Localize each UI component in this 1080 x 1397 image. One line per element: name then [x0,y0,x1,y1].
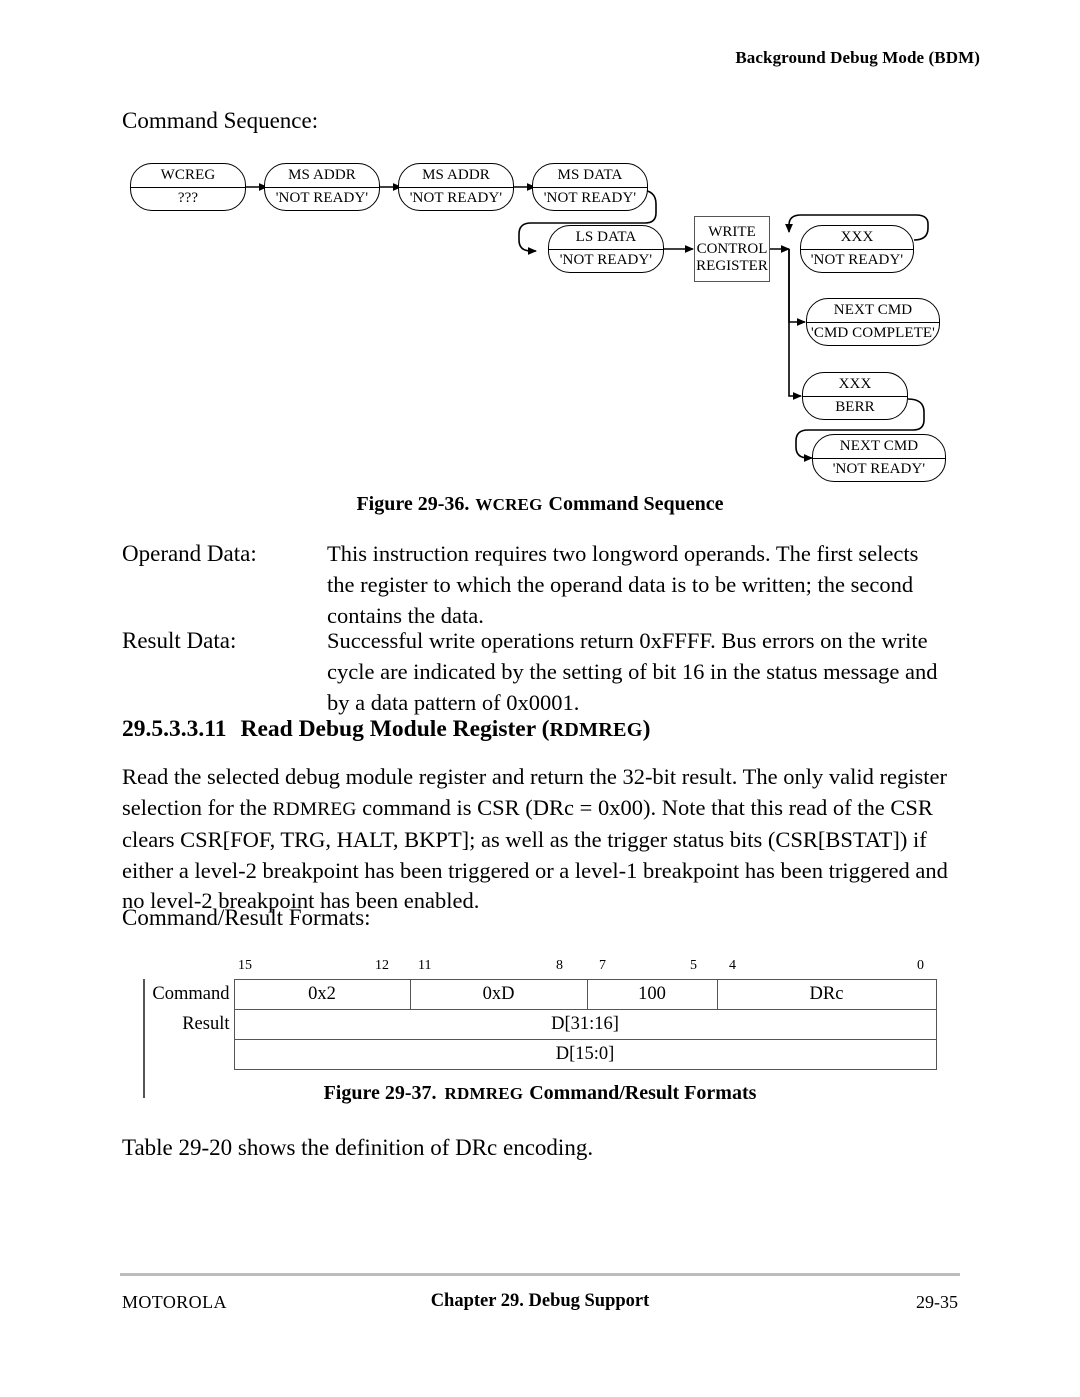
bit-tick-8: 8 [556,958,563,973]
section-heading: 29.5.3.3.11 Read Debug Module Register (R… [122,716,650,743]
diagram-node-ms-data-bottom: 'NOT READY' [543,190,637,207]
diagram-node-xxx-berr: XXX BERR [802,372,908,420]
command-cell-0xd: 0xD [409,979,588,1010]
diagram-node-next-cmd-complete-top: NEXT CMD [807,299,939,323]
diagram-node-ls-data-bottom: 'NOT READY' [559,252,653,269]
diagram-node-ms-data-top: MS DATA [533,164,647,188]
command-cell-drc: DRc [716,979,937,1010]
command-cell-100: 100 [586,979,718,1010]
table-row-result-low: D[15:0] [143,1039,937,1070]
diagram-node-write-control-register: WRITE CONTROL REGISTER [694,216,770,282]
diagram-node-ms-addr-2: MS ADDR 'NOT READY' [398,163,514,211]
operand-data-line-2: the register to which the operand data i… [327,572,914,597]
command-cell-0x2: 0x2 [233,979,411,1010]
figure-29-36-caption-smallcaps: WCREG [475,495,543,514]
result-cell-d31-16: D[31:16] [233,1009,937,1040]
diagram-node-next-cmd-not-ready-bottom: 'NOT READY' [832,461,926,478]
diagram-node-xxx-not-ready-bottom: 'NOT READY' [810,252,904,269]
figure-29-36-caption-prefix: Figure 29-36. [356,493,470,515]
footer-rule [120,1273,960,1276]
section-body-line-2-b: command is CSR (DRc = 0x00). Note that t… [356,794,933,820]
section-body-line-4: either a level-2 breakpoint has been tri… [122,857,948,883]
diagram-node-wcreg-bottom: ??? [177,190,199,207]
diagram-node-ms-addr-1-top: MS ADDR [265,164,379,188]
bit-tick-7: 7 [599,958,606,973]
write-control-register-line1: WRITE [708,223,756,240]
diagram-node-next-cmd-not-ready: NEXT CMD 'NOT READY' [812,434,946,482]
diagram-node-ls-data-top: LS DATA [549,226,663,250]
write-control-register-line2: CONTROL [696,240,768,257]
section-number: 29.5.3.3.11 [122,716,227,742]
result-data-body: Successful write operations return 0xFFF… [327,625,967,718]
diagram-node-next-cmd-not-ready-top: NEXT CMD [813,435,945,459]
diagram-node-next-cmd-complete: NEXT CMD 'CMD COMPLETE' [806,298,940,346]
bit-tick-11: 11 [418,958,432,973]
bit-tick-4: 4 [729,958,736,973]
diagram-node-wcreg: WCREG ??? [130,163,246,211]
figure-29-37-caption: Figure 29-37. RDMREG Command/Result Format… [0,1082,1080,1105]
operand-data-label: Operand Data: [122,541,257,566]
row-label-result: Result [143,1009,234,1040]
row-label-command: Command [143,979,234,1010]
footer-page-number: 29-35 [916,1292,958,1312]
section-body-line-1: Read the selected debug module register … [122,764,947,789]
write-control-register-line3: REGISTER [696,257,768,274]
command-sequence-label: Command Sequence: [122,108,319,133]
diagram-node-xxx-berr-bottom: BERR [835,399,875,416]
section-body-line-2-a: selection for the [122,794,273,820]
table-left-edge-rule [143,979,145,1098]
section-title: Read Debug Module Register ( [240,716,550,742]
diagram-node-ms-addr-1: MS ADDR 'NOT READY' [264,163,380,211]
figure-29-37-caption-suffix: Command/Result Formats [529,1082,757,1104]
figure-29-37-caption-smallcaps: RDMREG [444,1084,524,1103]
section-body-paragraph: Read the selected debug module register … [122,762,984,917]
table-row-result-high: Result D[31:16] [143,1009,937,1040]
result-data-label: Result Data: [122,628,237,653]
edge-writectrl-to-xxx-berr [788,249,802,400]
diagram-node-xxx-not-ready: XXX 'NOT READY' [800,225,914,273]
row-label-result-empty [143,1039,234,1070]
diagram-node-next-cmd-complete-bottom: 'CMD COMPLETE' [811,325,935,342]
diagram-node-ms-data: MS DATA 'NOT READY' [532,163,648,211]
table-row-command: Command 0x2 0xD 100 DRc [143,979,937,1010]
running-header: Background Debug Mode (BDM) [735,48,980,67]
result-data-line-2: cycle are indicated by the setting of bi… [327,659,938,684]
operand-data-body: This instruction requires two longword o… [327,538,967,631]
diagram-node-ms-addr-2-bottom: 'NOT READY' [409,190,503,207]
figure-29-36-caption: Figure 29-36. WCREG Command Sequence [0,493,1080,516]
diagram-node-ms-addr-2-top: MS ADDR [399,164,513,188]
result-data-line-3: by a data pattern of 0x0001. [327,690,580,715]
figure-29-36-caption-suffix: Command Sequence [548,493,724,515]
diagram-node-wcreg-top: WCREG [131,164,245,188]
section-body-line-3: clears CSR[FOF, TRG, HALT, BKPT]; as wel… [122,827,927,852]
command-result-formats-label: Command/Result Formats: [122,905,371,930]
diagram-node-ls-data: LS DATA 'NOT READY' [548,225,664,273]
diagram-node-xxx-berr-top: XXX [803,373,907,397]
command-result-format-table: Command 0x2 0xD 100 DRc Result D[31:16] … [143,979,937,1070]
wcreg-command-sequence-diagram [246,183,929,462]
table-29-20-note: Table 29-20 shows the definition of DRc … [122,1135,594,1160]
bit-tick-5: 5 [690,958,697,973]
bit-tick-0: 0 [917,958,924,973]
diagram-node-ms-addr-1-bottom: 'NOT READY' [275,190,369,207]
section-body-line-2: selection for the RDMREG command is CSR … [122,793,984,826]
section-title-smallcaps: RDMREG [549,719,643,741]
section-body-line-2-smallcaps: RDMREG [272,798,357,820]
result-cell-d15-0: D[15:0] [233,1039,937,1070]
figure-29-37-caption-prefix: Figure 29-37. [323,1082,437,1104]
operand-data-line-1: This instruction requires two longword o… [327,541,919,566]
diagram-node-xxx-not-ready-top: XXX [801,226,913,250]
section-title-close: ) [642,716,651,742]
document-page: Background Debug Mode (BDM) Command Sequ… [0,0,1080,1397]
bit-tick-15: 15 [238,958,252,973]
bit-tick-12: 12 [375,958,389,973]
result-data-line-1: Successful write operations return 0xFFF… [327,628,928,653]
